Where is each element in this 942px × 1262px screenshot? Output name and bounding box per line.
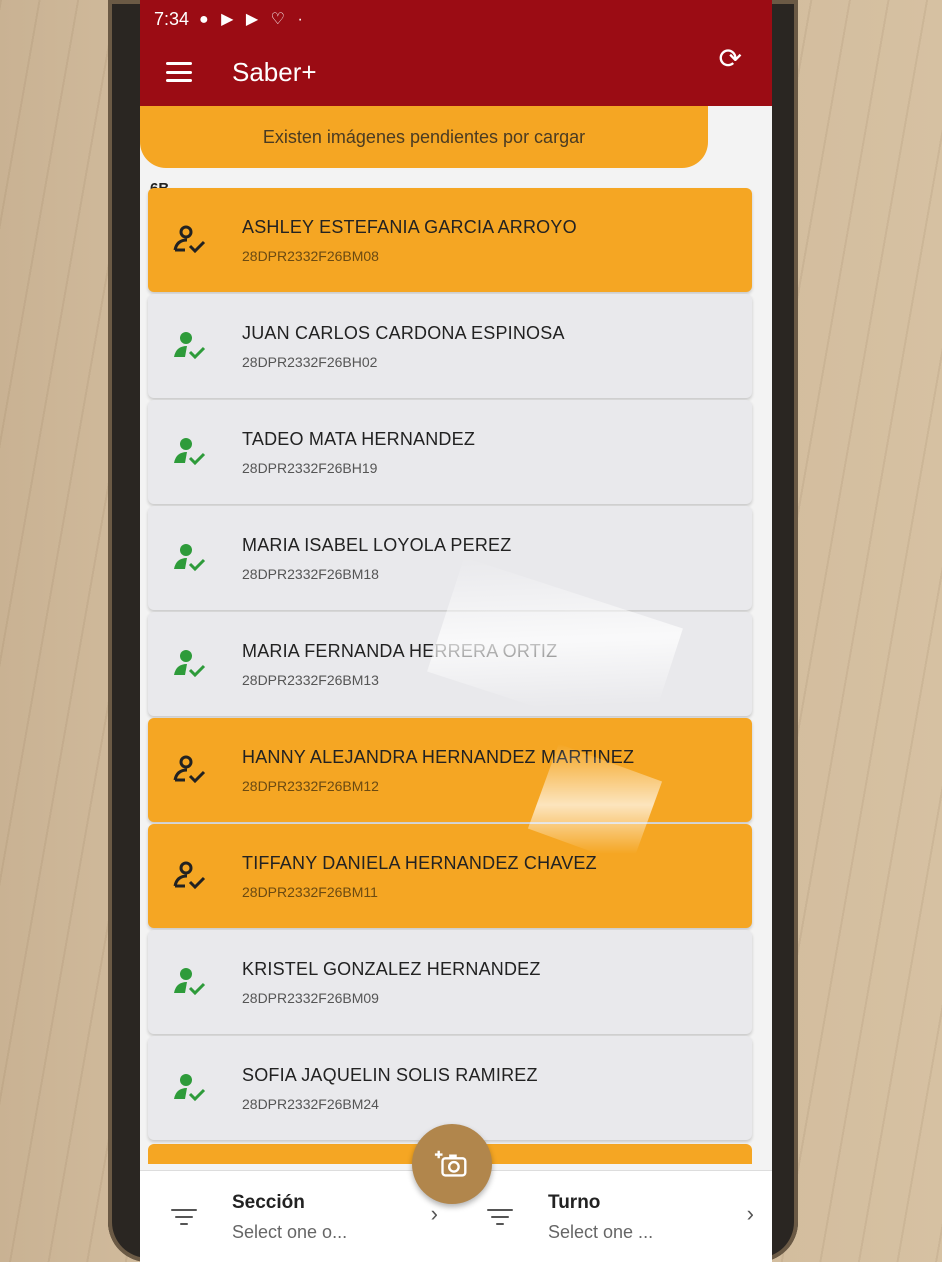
add-photo-button[interactable] bbox=[412, 1124, 492, 1204]
student-name: TADEO MATA HERNANDEZ bbox=[242, 428, 476, 449]
student-card[interactable]: TADEO MATA HERNANDEZ 28DPR2332F26BH19 bbox=[148, 400, 752, 504]
student-code: 28DPR2332F26BH19 bbox=[242, 459, 378, 476]
student-name: KRISTEL GONZALEZ HERNANDEZ bbox=[242, 958, 541, 979]
person-check-outline-icon bbox=[170, 750, 210, 790]
student-name: ASHLEY ESTEFANIA GARCIA ARROYO bbox=[242, 216, 577, 237]
status-icons: ● ▶ ▶ ♡ · bbox=[199, 11, 307, 28]
student-card[interactable]: HANNY ALEJANDRA HERNANDEZ MARTINEZ 28DPR2… bbox=[148, 718, 752, 822]
turno-filter-label: Turno bbox=[548, 1191, 601, 1213]
student-code: 28DPR2332F26BM18 bbox=[242, 565, 379, 582]
student-name: MARIA ISABEL LOYOLA PEREZ bbox=[242, 534, 512, 555]
student-name: MARIA FERNANDA HERRERA ORTIZ bbox=[242, 640, 558, 661]
person-check-icon bbox=[170, 1068, 210, 1108]
status-time: 7:34 bbox=[154, 8, 190, 29]
student-card[interactable]: ASHLEY ESTEFANIA GARCIA ARROYO 28DPR2332F… bbox=[148, 188, 752, 292]
chevron-right-icon: › bbox=[746, 1201, 754, 1226]
status-bar: 7:34 ● ▶ ▶ ♡ · bbox=[140, 0, 772, 38]
menu-icon[interactable] bbox=[166, 62, 192, 82]
student-code: 28DPR2332F26BM12 bbox=[242, 777, 379, 794]
student-code: 28DPR2332F26BM11 bbox=[242, 883, 378, 900]
app-bar: Saber+ ⟳ bbox=[140, 38, 772, 106]
pending-uploads-banner: Existen imágenes pendientes por cargar bbox=[140, 106, 708, 168]
person-check-icon bbox=[170, 538, 210, 578]
student-code: 28DPR2332F26BH02 bbox=[242, 353, 378, 370]
refresh-icon[interactable]: ⟳ bbox=[719, 42, 742, 75]
student-card[interactable]: MARIA FERNANDA HERRERA ORTIZ 28DPR2332F26… bbox=[148, 612, 752, 716]
filter-icon bbox=[170, 1209, 198, 1225]
app-title: Saber+ bbox=[232, 56, 317, 87]
person-check-outline-icon bbox=[170, 856, 210, 896]
person-check-icon bbox=[170, 432, 210, 472]
student-code: 28DPR2332F26BM13 bbox=[242, 671, 379, 688]
seccion-filter[interactable]: Sección Select one o... › bbox=[140, 1171, 456, 1262]
person-check-outline-icon bbox=[170, 220, 210, 260]
person-check-icon bbox=[170, 644, 210, 684]
student-name: JUAN CARLOS CARDONA ESPINOSA bbox=[242, 322, 565, 343]
person-check-icon bbox=[170, 326, 210, 366]
turno-filter[interactable]: Turno Select one ... › bbox=[456, 1171, 772, 1262]
student-card[interactable]: TIFFANY DANIELA HERNANDEZ CHAVEZ 28DPR233… bbox=[148, 824, 752, 928]
student-list: ASHLEY ESTEFANIA GARCIA ARROYO 28DPR2332F… bbox=[148, 188, 752, 1164]
student-name: SOFIA JAQUELIN SOLIS RAMIREZ bbox=[242, 1064, 538, 1085]
chevron-right-icon: › bbox=[430, 1201, 438, 1226]
filter-icon bbox=[486, 1209, 514, 1225]
student-code: 28DPR2332F26BM24 bbox=[242, 1095, 379, 1112]
student-card[interactable]: KRISTEL GONZALEZ HERNANDEZ 28DPR2332F26BM… bbox=[148, 930, 752, 1034]
student-card[interactable]: MARIA ISABEL LOYOLA PEREZ 28DPR2332F26BM1… bbox=[148, 506, 752, 610]
phone-screen: 7:34 ● ▶ ▶ ♡ · Saber+ ⟳ Existen imágenes… bbox=[140, 0, 772, 1262]
student-name: HANNY ALEJANDRA HERNANDEZ MARTINEZ bbox=[242, 746, 635, 767]
student-name: TIFFANY DANIELA HERNANDEZ CHAVEZ bbox=[242, 852, 597, 873]
student-card[interactable]: JUAN CARLOS CARDONA ESPINOSA 28DPR2332F26… bbox=[148, 294, 752, 398]
seccion-filter-value: Select one o... bbox=[232, 1221, 348, 1242]
add-photo-icon bbox=[434, 1150, 467, 1177]
seccion-filter-label: Sección bbox=[232, 1191, 305, 1213]
turno-filter-value: Select one ... bbox=[548, 1221, 654, 1242]
person-check-icon bbox=[170, 962, 210, 1002]
student-code: 28DPR2332F26BM09 bbox=[242, 989, 379, 1006]
student-code: 28DPR2332F26BM08 bbox=[242, 247, 379, 264]
